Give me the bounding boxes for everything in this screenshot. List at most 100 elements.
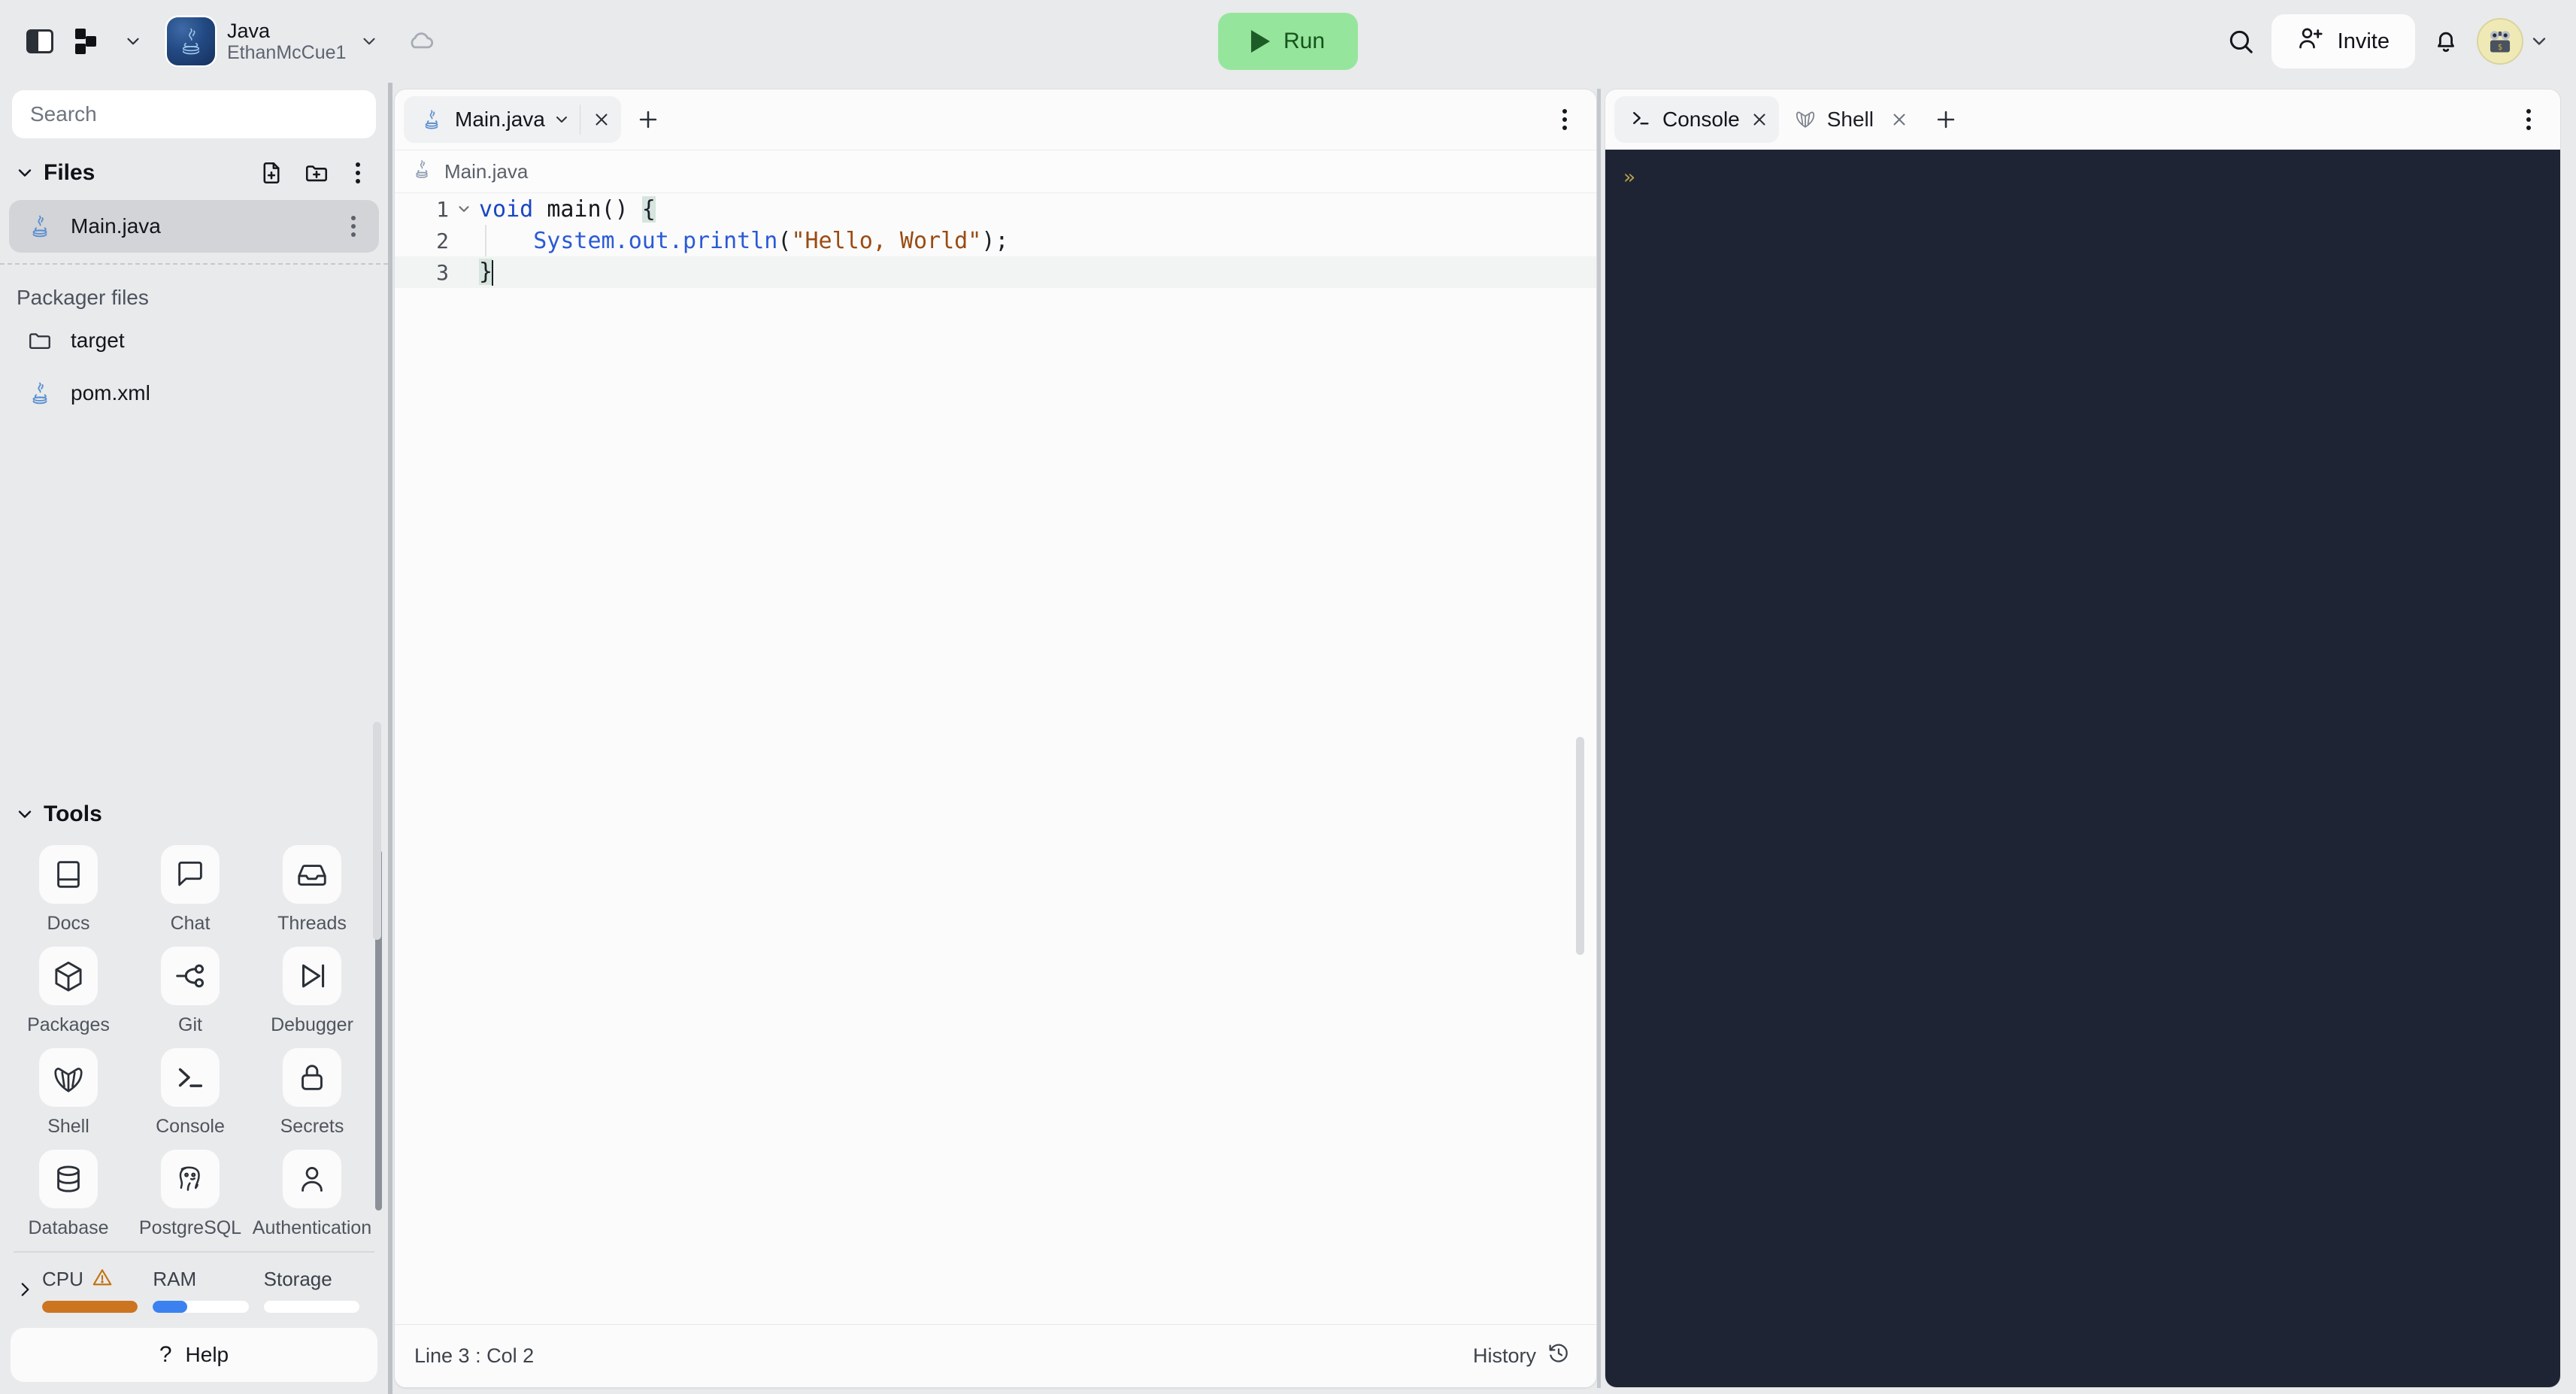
plus-icon[interactable] [627,98,669,141]
search-icon[interactable] [2214,15,2267,68]
packager-files-label: Packager files [17,286,149,309]
tab-shell[interactable]: Shell [1779,96,1919,143]
file-row[interactable]: Main.java [9,200,379,253]
user-plus-icon [2297,25,2324,58]
breadcrumb-label: Main.java [444,159,529,183]
avatar[interactable]: $ [2477,18,2523,65]
panel-left-icon[interactable] [17,18,63,65]
tool-label: Secrets [280,1116,344,1137]
java-file-icon [24,214,56,239]
code-editor[interactable]: 1 void main() { 2 System.out.println("He… [395,193,1596,1324]
java-file-icon [419,108,444,131]
chat-bubble-icon [161,845,220,904]
tools-chevron-down-icon[interactable] [12,802,38,827]
tool-label: Console [156,1116,225,1137]
cube-icon [39,947,98,1005]
resource-label: CPU [42,1267,83,1290]
code-function-name: main [547,195,602,223]
tool-debugger[interactable]: Debugger [251,947,373,1036]
tool-label: Authentication [252,1217,372,1238]
tool-label: Database [28,1217,109,1238]
tab-label: Main.java [455,108,545,131]
files-kebab-menu-icon[interactable] [343,156,373,189]
list-item-label: pom.xml [71,381,150,405]
fold-chevron-down-icon[interactable] [449,201,479,217]
line-number: 1 [436,196,449,222]
files-section-header: Files [0,146,388,200]
list-item[interactable]: target [9,314,379,367]
plus-icon[interactable] [1925,98,1967,141]
tool-postgresql[interactable]: PostgreSQL [129,1150,251,1239]
tool-threads[interactable]: Threads [251,845,373,935]
breadcrumb[interactable]: Main.java [395,150,1596,193]
tools-section-header: Tools [0,789,388,839]
person-icon [283,1150,341,1208]
help-button[interactable]: ? Help [11,1328,377,1382]
close-icon[interactable] [582,100,621,139]
sidebar-scrollbar[interactable] [373,722,381,940]
search-input[interactable] [30,102,358,126]
project-chevron-down-icon[interactable] [346,18,392,65]
terminal-icon [161,1048,220,1107]
book-icon [39,845,98,904]
line-number: 2 [436,228,449,253]
tool-packages[interactable]: Packages [8,947,129,1036]
panes-divider [1597,89,1601,1388]
cursor-position: Line 3 : Col 2 [414,1344,535,1367]
help-button-label: Help [185,1343,229,1366]
inbox-icon [283,845,341,904]
editor-scrollbar[interactable] [1576,737,1584,955]
account-chevron-down-icon[interactable] [2528,30,2550,53]
tool-authentication[interactable]: Authentication [251,1150,373,1239]
code-string: "Hello, World" [791,227,982,254]
invite-button[interactable]: Invite [2271,14,2415,68]
code-class: System [533,227,615,254]
java-file-icon [24,380,56,406]
files-chevron-down-icon[interactable] [12,160,38,186]
code-method: println [682,227,778,254]
history-button[interactable]: History [1473,1341,1571,1371]
code-text-line-2: System.out.println("Hello, World"); [533,227,1009,254]
tab-chevron-down-icon[interactable] [550,111,574,129]
code-line[interactable]: 1 void main() { [395,193,1596,225]
tools-section-title: Tools [44,802,102,826]
tool-secrets[interactable]: Secrets [251,1048,373,1138]
tool-label: Packages [27,1014,110,1035]
tab-main-java[interactable]: Main.java [404,96,621,143]
bell-icon[interactable] [2420,15,2472,68]
list-item[interactable]: pom.xml [9,367,379,420]
repl-switcher-chevron-down-icon[interactable] [110,18,156,65]
step-over-icon [283,947,341,1005]
resource-storage[interactable]: Storage [263,1263,374,1313]
terminal-output[interactable]: » [1605,150,2560,1387]
file-row-kebab-menu-icon[interactable] [338,210,368,243]
tool-database[interactable]: Database [8,1150,129,1239]
close-icon[interactable] [1880,100,1919,139]
resource-cpu[interactable]: CPU [42,1263,153,1313]
code-line[interactable]: 2 System.out.println("Hello, World"); [395,225,1596,256]
file-plus-icon[interactable] [253,154,290,192]
close-icon[interactable] [1740,100,1779,139]
editor-kebab-menu-icon[interactable] [1550,103,1580,136]
code-line[interactable]: 3 } [395,256,1596,288]
tool-shell[interactable]: Shell [8,1048,129,1138]
tool-chat[interactable]: Chat [129,845,251,935]
cloud-icon[interactable] [400,21,441,62]
folder-plus-icon[interactable] [298,154,335,192]
resources-chevron-right-icon[interactable] [8,1263,42,1316]
resource-ram[interactable]: RAM [153,1263,263,1313]
tab-console[interactable]: Console [1614,96,1779,143]
console-kebab-menu-icon[interactable] [2514,103,2544,136]
java-logo-icon [167,17,215,65]
tool-docs[interactable]: Docs [8,845,129,935]
search-input-wrapper[interactable] [12,90,376,138]
run-button[interactable]: Run [1217,13,1359,70]
code-text-line-3: } [479,259,494,286]
replit-logo-icon[interactable] [63,18,110,65]
project-meta[interactable]: Java EthanMcCue1 [227,20,346,63]
play-icon [1250,30,1270,53]
tool-console[interactable]: Console [129,1048,251,1138]
tool-git[interactable]: Git [129,947,251,1036]
tool-label: Shell [47,1116,89,1137]
tool-label: Debugger [271,1014,353,1035]
